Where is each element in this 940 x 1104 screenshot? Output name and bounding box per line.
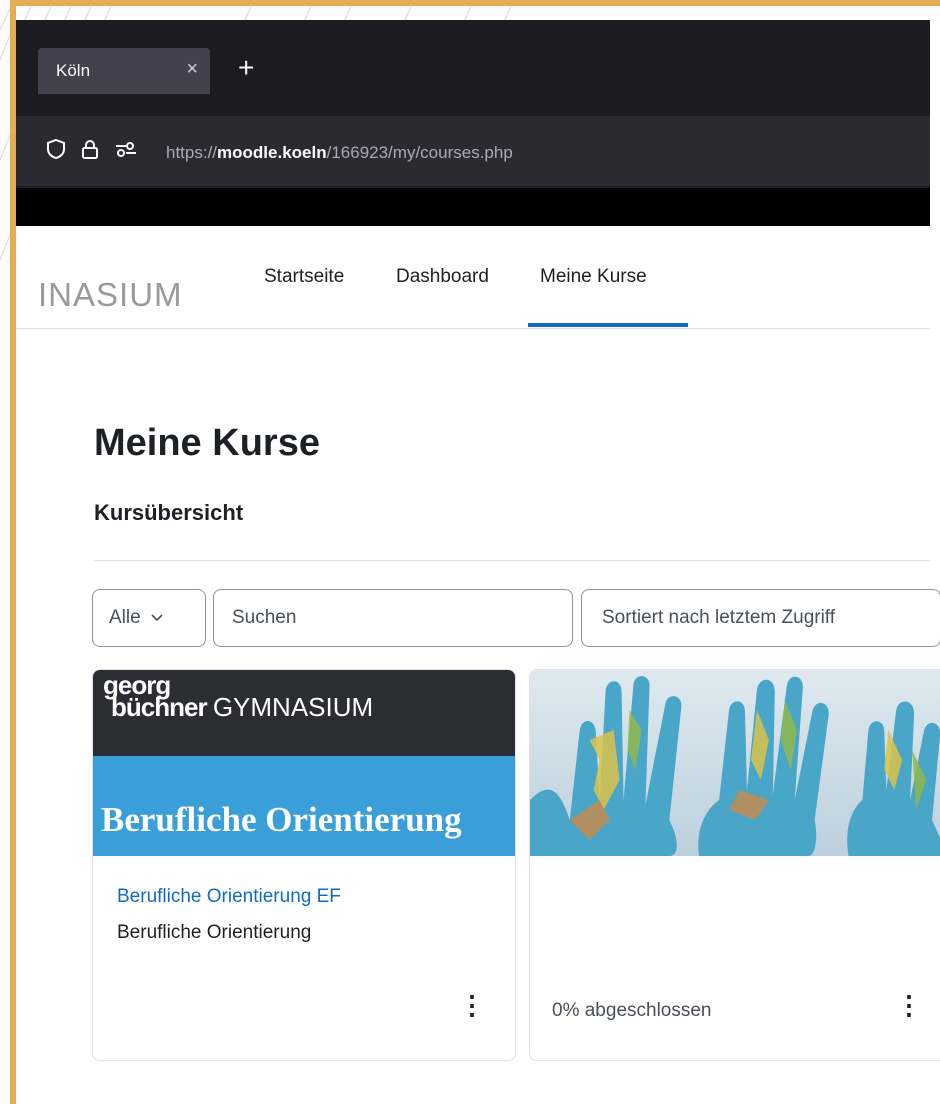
page-title: Meine Kurse	[94, 422, 320, 464]
url-path: /166923/my/courses.php	[326, 143, 513, 162]
frame-top-border	[10, 0, 940, 6]
chevron-down-icon	[151, 614, 163, 622]
site-logo[interactable]: INASIUM	[38, 276, 183, 314]
sort-value: Sortiert nach letztem Zugriff	[602, 607, 836, 628]
tab-title: Köln	[56, 61, 91, 80]
section-divider	[94, 560, 930, 561]
new-tab-button[interactable]: +	[238, 54, 254, 82]
course-card[interactable]: georg büchner GYMNASIUM Berufliche Orien…	[92, 669, 516, 1061]
tab-close-icon[interactable]: ×	[186, 58, 198, 81]
browser-tab[interactable]: Köln ×	[38, 48, 210, 94]
filter-value: Alle	[109, 607, 141, 628]
nav-dashboard[interactable]: Dashboard	[396, 266, 489, 288]
url-bar[interactable]: https://moodle.koeln/166923/my/courses.p…	[16, 116, 930, 186]
course-banner-header: georg büchner GYMNASIUM	[93, 670, 515, 756]
nav-meine-kurse[interactable]: Meine Kurse	[540, 266, 647, 288]
urlbar-icons	[46, 138, 138, 160]
search-input[interactable]: Suchen	[213, 589, 573, 647]
toolbar-strip	[16, 188, 930, 226]
url-text[interactable]: https://moodle.koeln/166923/my/courses.p…	[166, 143, 513, 163]
course-banner-title: Berufliche Orientierung	[101, 800, 462, 839]
permissions-icon[interactable]	[114, 138, 138, 160]
course-progress-text: 0% abgeschlossen	[552, 1000, 712, 1021]
site-navbar: INASIUM Startseite Dashboard Meine Kurse	[16, 226, 930, 329]
course-menu-button[interactable]: ⋮	[459, 992, 485, 1018]
school-logo: georg büchner GYMNASIUM	[103, 672, 373, 720]
sort-dropdown[interactable]: Sortiert nach letztem Zugriff	[581, 589, 940, 647]
section-title: Kursübersicht	[94, 500, 244, 525]
url-host: moodle.koeln	[217, 143, 327, 162]
course-banner-image[interactable]: Berufliche Orientierung	[93, 756, 515, 856]
nav-startseite[interactable]: Startseite	[264, 266, 344, 288]
course-menu-button[interactable]: ⋮	[896, 992, 922, 1018]
school-logo-line2: büchner	[111, 692, 208, 722]
course-card[interactable]: 0% abgeschlossen ⋮	[529, 669, 940, 1061]
search-placeholder: Suchen	[232, 607, 297, 628]
shield-icon[interactable]	[46, 138, 66, 160]
lock-icon[interactable]	[80, 138, 100, 160]
school-logo-gym: GYMNASIUM	[212, 692, 374, 722]
world-map-hands-image[interactable]	[530, 670, 940, 856]
nav-active-indicator	[528, 323, 688, 327]
filter-dropdown[interactable]: Alle	[92, 589, 206, 647]
tab-bar: Köln × +	[16, 38, 930, 98]
url-prefix: https://	[166, 143, 218, 162]
course-category: Berufliche Orientierung	[117, 922, 312, 943]
course-name-link[interactable]: Berufliche Orientierung EF	[117, 886, 341, 908]
